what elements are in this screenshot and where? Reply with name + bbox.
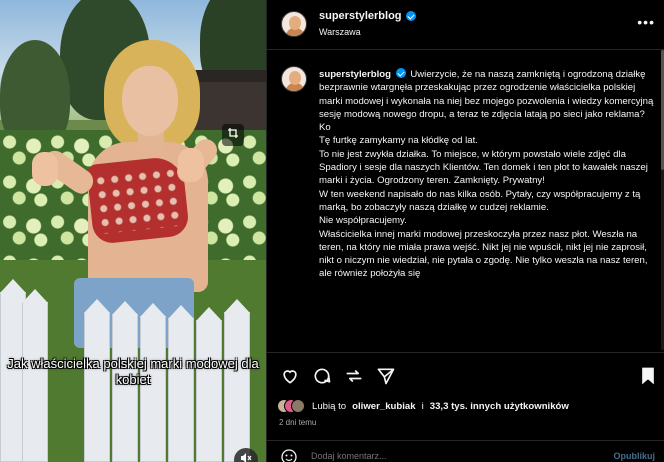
avatar[interactable] <box>281 11 307 37</box>
post-caption: superstylerblog Uwierzycie, że na naszą … <box>319 68 655 348</box>
caption-paragraph: To nie jest zwykła działka. To miejsce, … <box>319 148 648 187</box>
verified-icon <box>395 68 406 78</box>
post-timestamp[interactable]: 2 dni temu <box>279 418 316 427</box>
comment-icon <box>314 368 331 384</box>
likes-prefix: Lubią to <box>312 400 347 412</box>
crop-button[interactable] <box>222 124 244 146</box>
share-button[interactable] <box>343 365 365 387</box>
action-bar <box>267 352 664 396</box>
like-button[interactable] <box>279 365 301 387</box>
post-location[interactable]: Warszawa <box>319 27 361 37</box>
post-panel: superstylerblog Warszawa ••• superstyler… <box>266 0 664 462</box>
video-person-face <box>122 66 178 136</box>
crop-icon <box>227 126 239 144</box>
fence-picket <box>168 305 194 462</box>
caption-paragraph: Tę furtkę zamykamy na kłódkę od lat. <box>319 135 478 147</box>
bookmark-icon <box>642 367 654 385</box>
caption-paragraph: Nie współpracujemy. <box>319 215 407 227</box>
comment-input[interactable] <box>311 451 511 461</box>
video-text-overlay: Jak właścicielka polskiej marki modowej … <box>7 356 259 387</box>
publish-button[interactable]: Opublikuj <box>614 451 656 461</box>
author-username[interactable]: superstylerblog <box>319 10 416 22</box>
caption-first-paragraph: superstylerblog Uwierzycie, że na naszą … <box>319 68 655 121</box>
video-person-hand-left <box>32 152 58 186</box>
video-person-top-pattern <box>93 165 183 235</box>
heart-icon <box>283 370 297 384</box>
send-button[interactable] <box>375 365 397 387</box>
comment-button[interactable] <box>311 365 333 387</box>
caption-avatar[interactable] <box>281 66 307 92</box>
liker-avatar <box>291 399 305 413</box>
verified-icon <box>405 11 416 21</box>
video-person-hand-right <box>178 148 204 182</box>
likes-summary[interactable]: Lubią to oliwer_kubiak i 33,3 tys. innyc… <box>277 396 569 416</box>
author-username-text[interactable]: superstylerblog <box>319 10 402 22</box>
comment-bar: Opublikuj <box>267 440 664 462</box>
fence-picket <box>140 303 166 462</box>
mute-icon <box>240 451 252 462</box>
fence-picket <box>196 307 222 462</box>
caption-paragraph: Właścicielka innej marki modowej przesko… <box>319 228 648 280</box>
liker-avatars <box>277 399 305 413</box>
caption-username[interactable]: superstylerblog <box>319 69 391 80</box>
fence-picket <box>112 301 138 462</box>
emoji-icon[interactable] <box>281 449 297 462</box>
likes-user[interactable]: oliwer_kubiak <box>352 401 415 412</box>
post-header: superstylerblog Warszawa ••• <box>267 0 664 50</box>
caption-paragraph: Ko <box>319 122 331 134</box>
caption-paragraph: W ten weekend napisało do nas kilka osób… <box>319 188 641 213</box>
send-icon <box>377 368 395 385</box>
likes-count[interactable]: 33,3 tys. innych użytkowników <box>430 401 569 412</box>
post-video[interactable]: Jak właścicielka polskiej marki modowej … <box>0 0 266 462</box>
more-icon[interactable]: ••• <box>637 14 655 30</box>
share-icon <box>346 370 362 382</box>
bookmark-button[interactable] <box>637 365 659 387</box>
likes-middle: i <box>421 400 424 412</box>
